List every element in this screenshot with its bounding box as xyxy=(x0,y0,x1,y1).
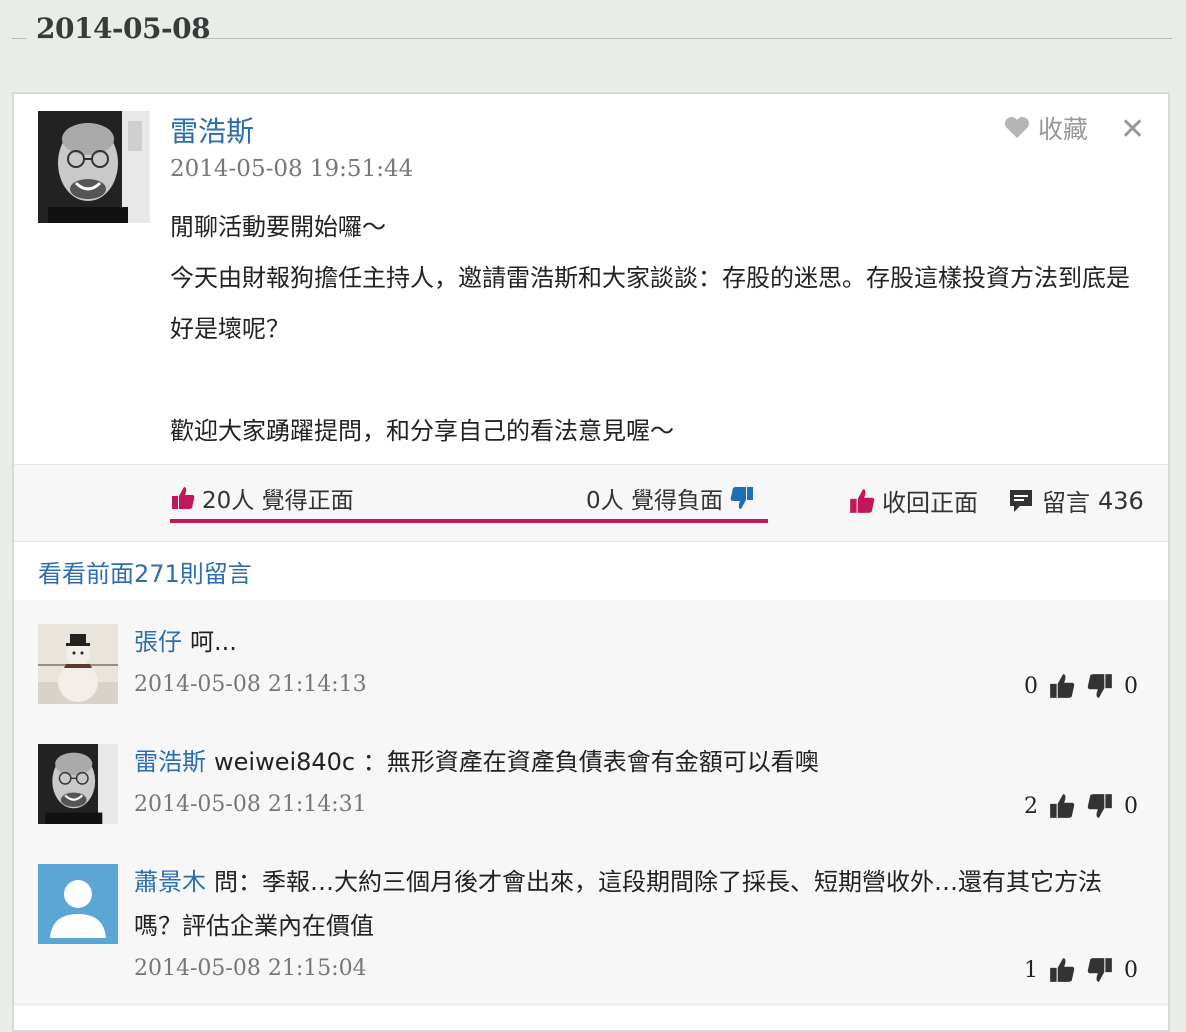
commenter-avatar[interactable] xyxy=(38,624,118,704)
thumbs-down-icon[interactable] xyxy=(1086,672,1114,700)
comment-votes: 0 0 xyxy=(1024,672,1138,700)
date-divider: 2014-05-08 xyxy=(0,0,1186,70)
date-header: 2014-05-08 xyxy=(36,12,211,45)
comments-button[interactable]: 留言 436 xyxy=(1008,483,1144,518)
see-previous-link[interactable]: 看看前面271則留言 xyxy=(38,554,252,589)
comment-timestamp: 2014-05-08 21:14:31 xyxy=(134,792,367,817)
reaction-bar: 20人 覺得正面 0人 覺得負面 收回正面 留言 436 xyxy=(14,464,1168,542)
divider-line-left xyxy=(12,38,26,39)
reaction-ratio-bar xyxy=(170,519,768,523)
down-count: 0 xyxy=(1124,957,1138,983)
up-count: 0 xyxy=(1024,673,1038,699)
comments-label: 留言 xyxy=(1042,489,1090,517)
positive-count: 20人 覺得正面 xyxy=(202,488,354,514)
down-count: 0 xyxy=(1124,793,1138,819)
comment-text: 蕭景木 問：季報…大約三個月後才會出來，這段期間除了採長、短期營收外…還有其它方法… xyxy=(134,860,1114,948)
post-body-line xyxy=(170,355,1140,406)
negative-reaction[interactable]: 0人 覺得負面 xyxy=(586,481,755,515)
commenter-name[interactable]: 雷浩斯 xyxy=(134,748,206,776)
thumbs-up-icon xyxy=(850,488,875,513)
man-portrait-icon xyxy=(38,744,118,824)
comment-votes: 2 0 xyxy=(1024,792,1138,820)
thumbs-up-icon[interactable] xyxy=(1048,672,1076,700)
withdraw-positive-button[interactable]: 收回正面 xyxy=(848,483,978,518)
up-count: 1 xyxy=(1024,957,1038,983)
comment-content: 問：季報…大約三個月後才會出來，這段期間除了採長、短期營收外…還有其它方法嗎？評… xyxy=(134,868,1102,940)
post-body-line: 今天由財報狗擔任主持人，邀請雷浩斯和大家談談：存股的迷思。存股這樣投資方法到底是… xyxy=(170,264,1130,343)
commenter-name[interactable]: 蕭景木 xyxy=(134,868,206,896)
comment-content: 呵... xyxy=(190,628,237,656)
comment-votes: 1 0 xyxy=(1024,956,1138,984)
up-count: 2 xyxy=(1024,793,1038,819)
thumbs-down-icon xyxy=(730,487,753,509)
post-body-line: 歡迎大家踴躍提問，和分享自己的看法意見喔～ xyxy=(170,417,674,445)
negative-count: 0人 覺得負面 xyxy=(586,488,723,514)
comment-content: weiwei840c ：無形資產在資產負債表會有金額可以看噢 xyxy=(214,748,819,776)
favorite-button[interactable]: 收藏 xyxy=(1004,110,1088,146)
comment-text: 張仔 呵... xyxy=(134,620,1134,664)
commenter-name[interactable]: 張仔 xyxy=(134,628,182,656)
post-timestamp: 2014-05-08 19:51:44 xyxy=(170,156,414,182)
post-card: 雷浩斯 2014-05-08 19:51:44 收藏 ✕ 閒聊活動要開始囉～ 今… xyxy=(12,92,1170,1032)
thumbs-up-icon[interactable] xyxy=(1048,792,1076,820)
snowman-avatar-icon xyxy=(38,624,118,704)
thumbs-down-icon[interactable] xyxy=(1086,956,1114,984)
see-previous-comments: 看看前面271則留言 xyxy=(14,540,1168,601)
comments-count: 436 xyxy=(1098,486,1144,515)
thumbs-up-icon xyxy=(172,487,195,509)
default-user-avatar-icon xyxy=(38,864,118,944)
comment-text: 雷浩斯 weiwei840c ：無形資產在資產負債表會有金額可以看噢 xyxy=(134,740,1134,784)
comment-item: 張仔 呵... 2014-05-08 21:14:13 0 0 xyxy=(14,600,1168,721)
heart-icon xyxy=(1004,117,1030,138)
close-icon[interactable]: ✕ xyxy=(1120,112,1145,147)
commenter-avatar[interactable] xyxy=(38,744,118,824)
comment-item: 蕭景木 問：季報…大約三個月後才會出來，這段期間除了採長、短期營收外…還有其它方法… xyxy=(14,840,1168,1005)
positive-reaction[interactable]: 20人 覺得正面 xyxy=(170,481,354,515)
favorite-label: 收藏 xyxy=(1038,115,1089,144)
commenter-avatar[interactable] xyxy=(38,864,118,944)
thumbs-up-icon[interactable] xyxy=(1048,956,1076,984)
post-author-name[interactable]: 雷浩斯 xyxy=(170,110,254,150)
post-body-line: 閒聊活動要開始囉～ xyxy=(170,213,386,241)
comment-item: 雷浩斯 weiwei840c ：無形資產在資產負債表會有金額可以看噢 2014-0… xyxy=(14,720,1168,841)
comment-icon xyxy=(1010,489,1032,512)
divider-line-right xyxy=(196,38,1172,39)
down-count: 0 xyxy=(1124,673,1138,699)
post-body: 閒聊活動要開始囉～ 今天由財報狗擔任主持人，邀請雷浩斯和大家談談：存股的迷思。存… xyxy=(170,202,1140,457)
comment-timestamp: 2014-05-08 21:14:13 xyxy=(134,672,367,697)
thumbs-down-icon[interactable] xyxy=(1086,792,1114,820)
man-portrait-icon xyxy=(38,111,150,223)
comment-timestamp: 2014-05-08 21:15:04 xyxy=(134,956,367,981)
author-avatar[interactable] xyxy=(38,111,150,223)
withdraw-label: 收回正面 xyxy=(882,489,978,517)
